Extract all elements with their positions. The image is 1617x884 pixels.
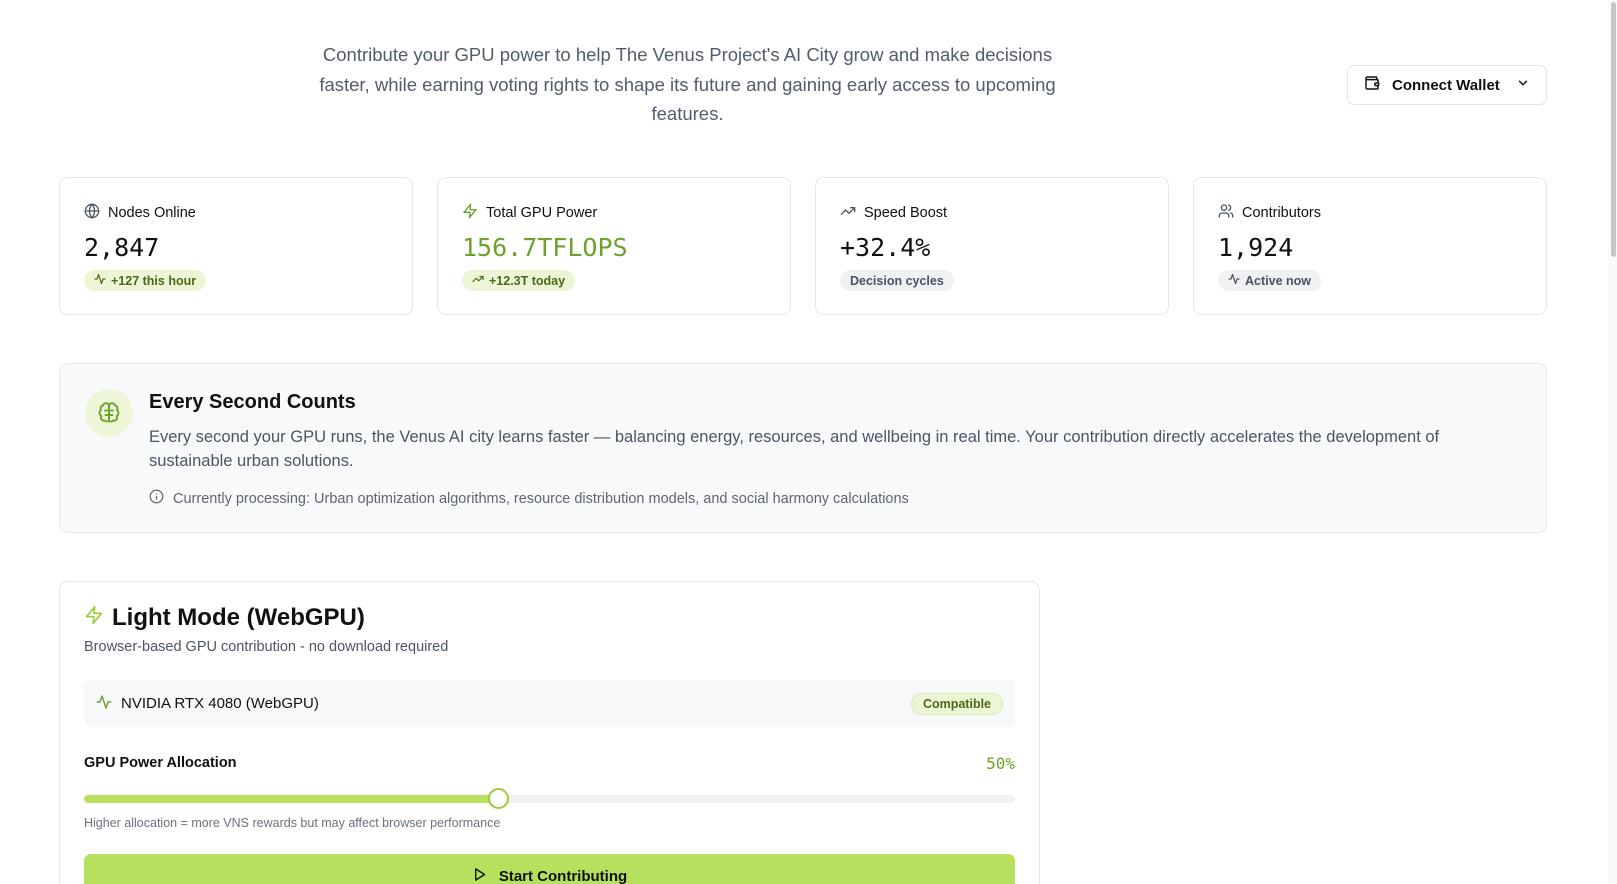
slider-fill — [84, 795, 499, 803]
stat-value: +32.4% — [840, 233, 931, 262]
stat-title: Speed Boost — [864, 205, 948, 221]
play-icon — [472, 867, 487, 884]
stat-card-nodes-online: Nodes Online 2,847 +127 this hour — [59, 177, 413, 315]
badge-label: +12.3T today — [489, 273, 566, 288]
wallet-icon — [1364, 75, 1380, 95]
light-mode-card: Light Mode (WebGPU) Browser-based GPU co… — [59, 581, 1040, 884]
users-icon — [1218, 203, 1234, 223]
stat-value: 156.7TFLOPS — [462, 233, 628, 262]
stat-title: Total GPU Power — [486, 205, 598, 221]
info-icon — [149, 489, 164, 508]
allocation-hint: Higher allocation = more VNS rewards but… — [84, 816, 501, 830]
mode-title: Light Mode (WebGPU) — [84, 604, 365, 632]
stat-title: Contributors — [1242, 205, 1321, 221]
badge-label: +127 this hour — [111, 273, 197, 288]
stat-value: 2,847 — [84, 233, 160, 262]
stat-title: Nodes Online — [108, 205, 196, 221]
info-title: Every Second Counts — [149, 391, 356, 413]
info-body: Every second your GPU runs, the Venus AI… — [149, 428, 1440, 470]
scrollbar-thumb[interactable] — [1611, 2, 1616, 257]
trending-up-icon — [472, 273, 484, 288]
mode-title-text: Light Mode (WebGPU) — [112, 604, 365, 631]
connect-wallet-button[interactable]: Connect Wallet — [1347, 65, 1547, 105]
compatible-badge: Compatible — [910, 692, 1003, 715]
allocation-value: 50% — [986, 754, 1015, 773]
gpu-allocation-slider[interactable] — [84, 788, 1015, 809]
activity-icon — [1228, 273, 1240, 288]
status-badge: Active now — [1218, 270, 1321, 291]
mode-subtitle: Browser-based GPU contribution - no down… — [84, 639, 449, 655]
every-second-counts-panel: Every Second Counts Every second your GP… — [59, 363, 1547, 533]
gpu-device-row: NVIDIA RTX 4080 (WebGPU) Compatible — [84, 680, 1015, 727]
activity-icon — [94, 273, 106, 288]
bolt-icon — [84, 604, 104, 632]
chevron-down-icon — [1516, 76, 1530, 94]
start-contributing-button[interactable]: Start Contributing — [84, 854, 1015, 884]
badge-label: Decision cycles — [850, 273, 944, 288]
status-badge: +127 this hour — [84, 270, 207, 291]
trending-up-icon — [840, 203, 856, 223]
processing-note-text: Currently processing: Urban optimization… — [173, 490, 909, 507]
status-badge: +12.3T today — [462, 270, 576, 291]
stat-card-speed-boost: Speed Boost +32.4% Decision cycles — [815, 177, 1169, 315]
stat-card-total-gpu-power: Total GPU Power 156.7TFLOPS +12.3T today — [437, 177, 791, 315]
start-contributing-label: Start Contributing — [498, 867, 628, 884]
status-badge: Decision cycles — [840, 270, 954, 291]
brain-icon — [85, 389, 133, 437]
gpu-name: NVIDIA RTX 4080 (WebGPU) — [121, 695, 319, 712]
allocation-label: GPU Power Allocation — [84, 755, 237, 771]
intro-text: Contribute your GPU power to help The Ve… — [319, 44, 1056, 124]
stat-value: 1,924 — [1218, 233, 1294, 262]
badge-label: Active now — [1245, 273, 1311, 288]
processing-note: Currently processing: Urban optimization… — [149, 489, 909, 508]
slider-thumb[interactable] — [488, 788, 510, 809]
activity-icon — [96, 694, 112, 714]
globe-icon — [84, 203, 100, 223]
connect-wallet-label: Connect Wallet — [1392, 76, 1500, 94]
bolt-icon — [462, 203, 478, 223]
stat-card-contributors: Contributors 1,924 Active now — [1193, 177, 1547, 315]
